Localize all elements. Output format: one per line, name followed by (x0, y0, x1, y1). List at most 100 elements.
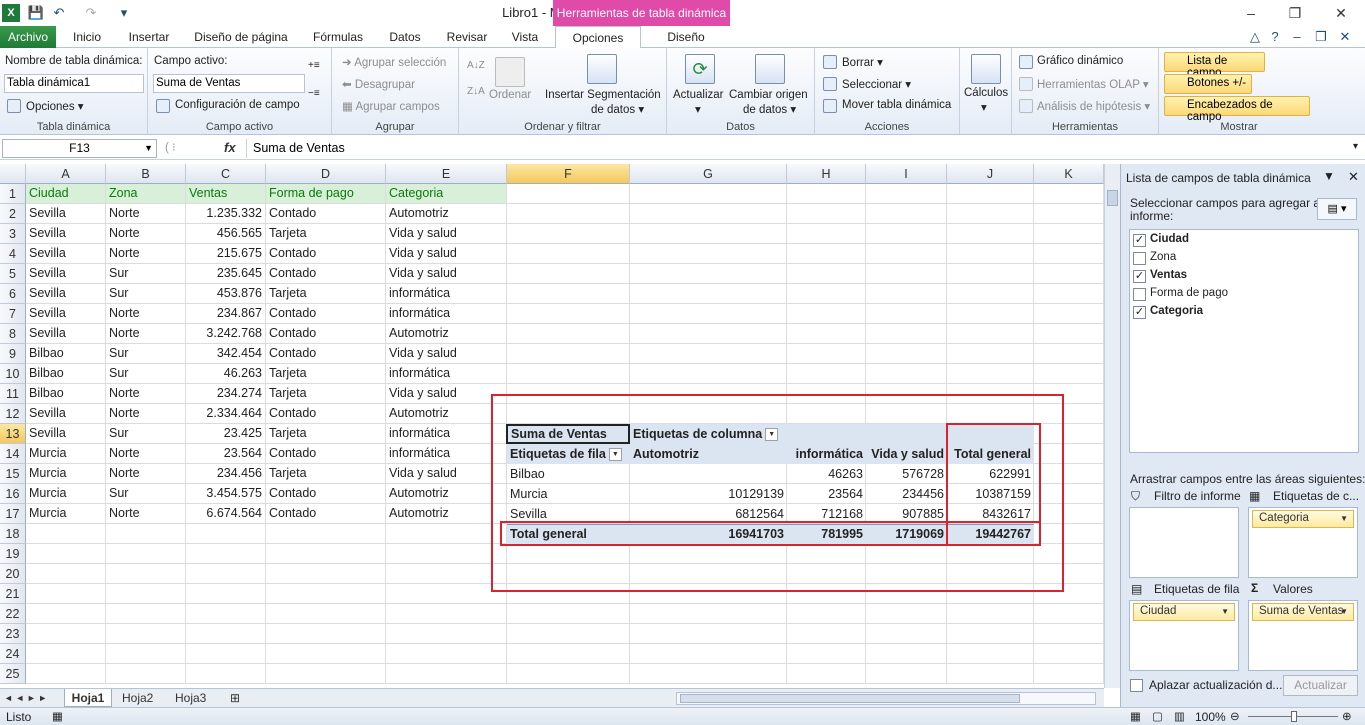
row-header-6[interactable]: 6 (0, 284, 26, 304)
grid-cell[interactable] (866, 304, 947, 324)
table-cell[interactable]: Sevilla (26, 284, 106, 304)
expand-field-icon[interactable]: +≡ (308, 60, 320, 71)
grid-cell[interactable] (106, 544, 186, 564)
sheet-tab-hoja1[interactable]: Hoja1 (64, 689, 112, 707)
table-cell[interactable]: Sevilla (26, 304, 106, 324)
table-cell[interactable]: Contado (266, 244, 386, 264)
column-header-f[interactable]: F (507, 164, 630, 184)
table-cell[interactable]: Bilbao (26, 384, 106, 404)
table-cell[interactable]: Contado (266, 304, 386, 324)
table-cell[interactable]: 23.425 (186, 424, 266, 444)
column-header-d[interactable]: D (266, 164, 386, 184)
grid-cell[interactable] (1034, 284, 1104, 304)
grid-cell[interactable] (1034, 304, 1104, 324)
table-cell[interactable]: Norte (106, 224, 186, 244)
row-header-12[interactable]: 12 (0, 404, 26, 424)
field-checkbox-categoria[interactable]: ✓ (1133, 306, 1146, 319)
table-cell[interactable]: 1.235.332 (186, 204, 266, 224)
tab-diseno[interactable]: Diseño (645, 26, 727, 48)
table-header-cell[interactable]: Ventas (186, 184, 266, 204)
grid-cell[interactable] (1034, 244, 1104, 264)
grid-cell[interactable] (386, 624, 507, 644)
table-cell[interactable]: 3.454.575 (186, 484, 266, 504)
move-pivot-button[interactable]: Mover tabla dinámica (842, 99, 951, 111)
table-cell[interactable]: Norte (106, 504, 186, 524)
table-cell[interactable]: informática (386, 284, 507, 304)
row-header-16[interactable]: 16 (0, 484, 26, 504)
table-header-cell[interactable]: Categoria (386, 184, 507, 204)
table-cell[interactable]: Norte (106, 204, 186, 224)
grid-cell[interactable] (266, 644, 386, 664)
grid-cell[interactable] (1034, 664, 1104, 684)
grid-cell[interactable] (186, 544, 266, 564)
grid-cell[interactable] (947, 224, 1034, 244)
table-cell[interactable]: 23.564 (186, 444, 266, 464)
table-cell[interactable]: Contado (266, 344, 386, 364)
table-cell[interactable]: Vida y salud (386, 224, 507, 244)
grid-cell[interactable] (787, 344, 866, 364)
table-cell[interactable]: Tarjeta (266, 284, 386, 304)
grid-cell[interactable] (1034, 624, 1104, 644)
table-cell[interactable]: Norte (106, 384, 186, 404)
row-header-3[interactable]: 3 (0, 224, 26, 244)
horizontal-scrollbar[interactable] (676, 692, 1096, 705)
grid-cell[interactable] (507, 664, 630, 684)
grid-cell[interactable] (507, 624, 630, 644)
grid-cell[interactable] (630, 264, 787, 284)
zoom-out-icon[interactable]: ⊖ (1230, 709, 1240, 723)
grid-cell[interactable] (947, 184, 1034, 204)
grid-cell[interactable] (186, 664, 266, 684)
tab-diseno-pagina[interactable]: Diseño de página (186, 26, 296, 48)
table-cell[interactable]: Sevilla (26, 244, 106, 264)
table-cell[interactable]: 46.263 (186, 364, 266, 384)
table-cell[interactable]: Norte (106, 444, 186, 464)
options-button[interactable]: Opciones ▾ (26, 99, 84, 113)
grid-cell[interactable] (507, 304, 630, 324)
defer-update-checkbox[interactable] (1130, 679, 1143, 692)
column-header-h[interactable]: H (787, 164, 866, 184)
grid-cell[interactable] (106, 624, 186, 644)
table-cell[interactable]: Sevilla (26, 404, 106, 424)
grid-cell[interactable] (26, 564, 106, 584)
grid-cell[interactable] (787, 204, 866, 224)
grid-cell[interactable] (507, 324, 630, 344)
grid-cell[interactable] (866, 364, 947, 384)
table-cell[interactable]: Automotriz (386, 204, 507, 224)
table-cell[interactable]: Contado (266, 324, 386, 344)
update-button[interactable]: Actualizar (1283, 675, 1358, 696)
grid-cell[interactable] (866, 604, 947, 624)
column-header-b[interactable]: B (106, 164, 186, 184)
grid-cell[interactable] (507, 604, 630, 624)
vertical-scroll-thumb[interactable] (1107, 190, 1118, 206)
table-cell[interactable]: Vida y salud (386, 464, 507, 484)
close-workbook-icon[interactable]: ✕ (1336, 28, 1354, 46)
row-header-20[interactable]: 20 (0, 564, 26, 584)
grid-cell[interactable] (1034, 224, 1104, 244)
grid-cell[interactable] (26, 584, 106, 604)
table-cell[interactable]: 453.876 (186, 284, 266, 304)
zoom-in-icon[interactable]: ⊕ (1342, 709, 1352, 723)
table-cell[interactable]: Bilbao (26, 344, 106, 364)
what-if-button[interactable]: Análisis de hipótesis ▾ (1037, 99, 1150, 113)
panel-options-dropdown-icon[interactable]: ▼ (1323, 169, 1335, 183)
insert-slicer-button-line2[interactable]: de datos ▾ (591, 102, 644, 116)
table-cell[interactable]: Tarjeta (266, 464, 386, 484)
grid-cell[interactable] (26, 604, 106, 624)
row-header-2[interactable]: 2 (0, 204, 26, 224)
table-cell[interactable]: Norte (106, 304, 186, 324)
panel-close-icon[interactable]: ✕ (1348, 169, 1359, 185)
grid-cell[interactable] (507, 364, 630, 384)
help-icon[interactable]: ? (1266, 28, 1284, 46)
grid-cell[interactable] (947, 364, 1034, 384)
table-cell[interactable]: 456.565 (186, 224, 266, 244)
table-cell[interactable]: Tarjeta (266, 364, 386, 384)
table-cell[interactable]: 234.456 (186, 464, 266, 484)
tab-inicio[interactable]: Inicio (62, 26, 112, 48)
grid-cell[interactable] (787, 604, 866, 624)
table-cell[interactable]: Tarjeta (266, 224, 386, 244)
table-cell[interactable]: Norte (106, 404, 186, 424)
grid-cell[interactable] (1034, 644, 1104, 664)
grid-cell[interactable] (106, 524, 186, 544)
row-header-13[interactable]: 13 (0, 424, 26, 444)
grid-cell[interactable] (630, 204, 787, 224)
